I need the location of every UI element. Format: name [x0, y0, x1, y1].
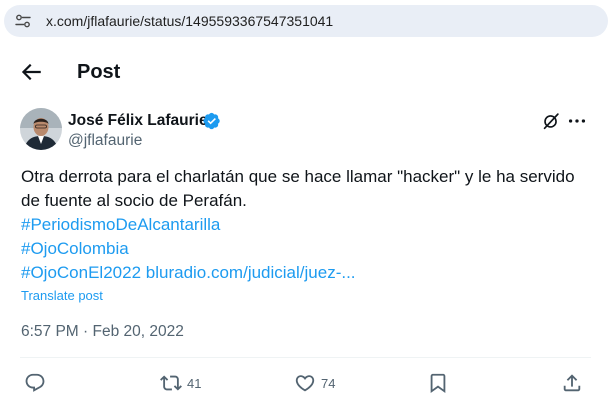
- back-arrow-icon[interactable]: [18, 59, 44, 85]
- author-name[interactable]: José Félix Lafaurie: [68, 111, 208, 130]
- hashtag-link[interactable]: #OjoConEl2022: [21, 263, 141, 282]
- repost-count: 41: [187, 375, 202, 391]
- external-link[interactable]: bluradio.com/judicial/juez-...: [146, 263, 356, 282]
- browser-address-bar: x.com/jflafaurie/status/1495593367547351…: [0, 0, 611, 44]
- avatar[interactable]: [20, 108, 62, 150]
- like-button[interactable]: 74: [294, 371, 335, 395]
- post-header: Post: [0, 44, 611, 100]
- translate-post-link[interactable]: Translate post: [21, 288, 103, 304]
- author-handle[interactable]: @jflafaurie: [68, 131, 142, 150]
- hashtag-link[interactable]: #PeriodismoDeAlcantarilla: [21, 215, 220, 234]
- site-settings-icon[interactable]: [15, 13, 31, 29]
- like-icon: [295, 375, 315, 392]
- more-icon[interactable]: [566, 110, 588, 132]
- repost-icon: [160, 375, 182, 391]
- like-count: 74: [321, 375, 336, 391]
- bookmark-icon: [430, 373, 446, 394]
- url-text: x.com/jflafaurie/status/1495593367547351…: [46, 13, 334, 29]
- post-text-line: Otra derrota para el charlatán que se ha…: [21, 167, 575, 186]
- divider: [20, 357, 591, 358]
- post-timestamp[interactable]: 6:57 PM · Feb 20, 2022: [21, 322, 184, 341]
- reply-icon: [25, 373, 45, 392]
- post-text-line: de fuente al socio de Perafán.: [21, 191, 247, 210]
- grok-icon[interactable]: [540, 110, 562, 132]
- verified-badge-icon: [203, 112, 220, 130]
- hashtag-link[interactable]: #OjoColombia: [21, 239, 129, 258]
- reply-button[interactable]: [24, 371, 51, 395]
- share-icon: [563, 374, 581, 392]
- url-field[interactable]: x.com/jflafaurie/status/1495593367547351…: [4, 5, 608, 37]
- bookmark-button[interactable]: [427, 371, 449, 395]
- repost-button[interactable]: 41: [160, 371, 201, 395]
- page-title: Post: [77, 61, 121, 83]
- post-text: Otra derrota para el charlatán que se ha…: [21, 165, 596, 285]
- share-button[interactable]: [561, 371, 583, 395]
